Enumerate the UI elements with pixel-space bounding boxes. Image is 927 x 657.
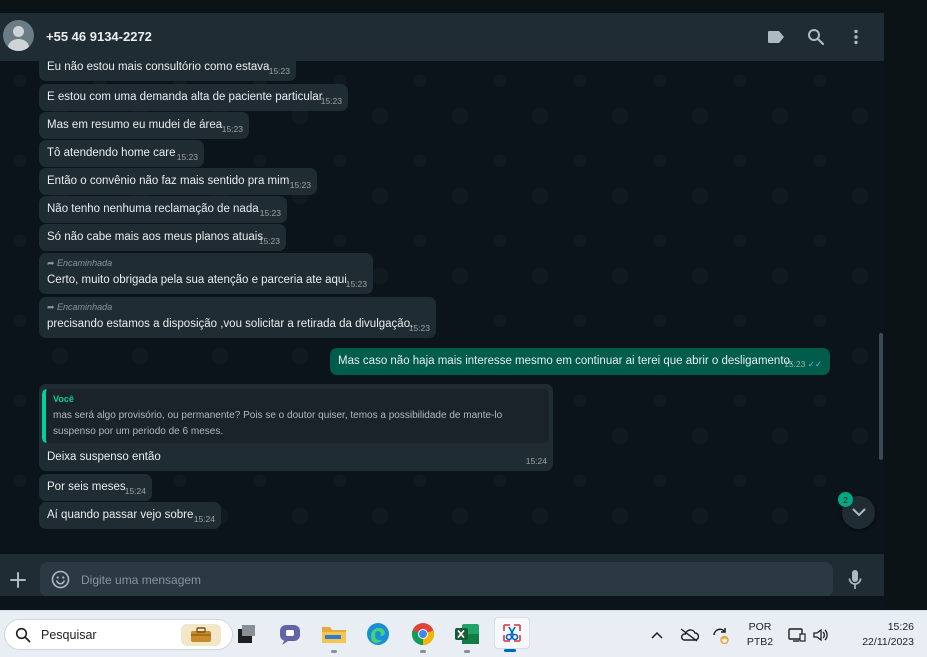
teams-chat-button[interactable]	[275, 619, 305, 649]
message-time: 15:23	[176, 152, 198, 162]
desktop-right-strip	[884, 13, 927, 610]
outgoing-message-bubble[interactable]: Mas caso não haja mais interesse mesmo e…	[330, 348, 830, 375]
mic-icon[interactable]	[846, 568, 864, 592]
message-bubble[interactable]: Eu não estou mais consultório como estav…	[39, 61, 296, 81]
message-time: 15:24	[525, 456, 547, 466]
chrome-icon	[411, 623, 435, 646]
taskbar-search-box[interactable]: Pesquisar	[4, 619, 233, 650]
chat-header: +55 46 9134-2272	[0, 13, 884, 61]
emoji-icon[interactable]	[51, 570, 70, 589]
message-text: Só não cabe mais aos meus planos atuais	[47, 231, 264, 243]
taskbar-clock[interactable]: 15:26 22/11/2023	[840, 620, 914, 650]
language-indicator[interactable]: POR PTB2	[744, 620, 776, 650]
sync-icon[interactable]	[710, 611, 732, 657]
message-input-box[interactable]	[40, 562, 833, 596]
message-time: 15:23	[259, 208, 281, 218]
app-running-indicator	[331, 650, 337, 653]
task-view-icon	[238, 625, 255, 643]
taskbar-search-label: Pesquisar	[41, 628, 97, 642]
contact-name[interactable]: +55 46 9134-2272	[46, 29, 152, 44]
message-input[interactable]	[81, 562, 821, 596]
quote-text: mas será algo provisório, ou permanente?…	[53, 410, 503, 437]
scrollbar-thumb[interactable]	[879, 333, 883, 460]
teams-chat-icon	[280, 625, 300, 645]
chevron-up-icon[interactable]	[650, 611, 664, 657]
task-view-button[interactable]	[230, 619, 260, 649]
edge-button[interactable]	[363, 619, 393, 649]
search-icon	[15, 627, 31, 643]
file-explorer-button[interactable]	[319, 619, 349, 653]
excel-button[interactable]	[452, 619, 482, 653]
quote-author: Você	[53, 394, 74, 404]
message-bubble[interactable]: Aí quando passar vejo sobre 15:24	[39, 502, 221, 529]
message-time: 15:23	[289, 180, 311, 190]
excel-icon	[455, 624, 479, 644]
menu-icon[interactable]	[846, 27, 866, 47]
message-bubble[interactable]: E estou com uma demanda alta de paciente…	[39, 84, 348, 111]
forwarded-label: Encaminhada	[47, 258, 112, 269]
message-time: 15:23	[408, 323, 430, 333]
snipping-tool-icon	[503, 624, 521, 642]
attach-icon[interactable]	[8, 570, 28, 590]
message-text: Aí quando passar vejo sobre	[47, 509, 194, 521]
message-time: 15:24	[124, 486, 146, 496]
folder-briefcase-icon	[181, 624, 221, 646]
chat-window: +55 46 9134-2272 Eu não estou mais consu…	[0, 13, 884, 596]
message-text: Não tenho nenhuma reclamação de nada	[47, 203, 259, 215]
message-time: 15:23 ✓✓	[784, 359, 822, 369]
unread-badge: 2	[838, 492, 853, 507]
message-text: Mas em resumo eu mudei de área	[47, 119, 223, 131]
network-off-icon[interactable]	[678, 611, 700, 657]
message-bubble[interactable]: Só não cabe mais aos meus planos atuais …	[39, 224, 286, 251]
snipping-tool-button[interactable]	[494, 617, 530, 652]
message-bubble[interactable]: Não tenho nenhuma reclamação de nada 15:…	[39, 196, 287, 223]
message-text: Deixa suspenso então	[47, 451, 161, 463]
forwarded-label: Encaminhada	[47, 302, 112, 313]
volume-icon[interactable]	[811, 611, 831, 657]
edge-icon	[367, 623, 389, 645]
message-time: 15:23	[320, 96, 342, 106]
message-bubble[interactable]: Então o convênio não faz mais sentido pr…	[39, 168, 317, 195]
message-text: Por seis meses	[47, 481, 126, 493]
app-running-indicator	[420, 650, 426, 653]
forwarded-message-bubble[interactable]: Encaminhada precisando estamos a disposi…	[39, 297, 436, 338]
avatar[interactable]	[3, 20, 34, 51]
search-icon[interactable]	[806, 27, 826, 47]
message-text: precisando estamos a disposição ,vou sol…	[47, 318, 414, 330]
message-text: Tô atendendo home care	[47, 147, 176, 159]
read-receipt-icon: ✓✓	[807, 359, 822, 369]
message-text: Certo, muito obrigada pela sua atenção e…	[47, 274, 347, 286]
windows-taskbar: Pesquisar POR PTB2 15:26 22/11/2023	[0, 610, 927, 657]
message-time: 15:23	[345, 279, 367, 289]
desktop-top-strip	[0, 0, 927, 13]
label-icon[interactable]	[766, 27, 786, 47]
chrome-button[interactable]	[408, 619, 438, 653]
message-time: 15:24	[193, 514, 215, 524]
message-text: Eu não estou mais consultório como estav…	[47, 61, 270, 73]
forwarded-message-bubble[interactable]: Encaminhada Certo, muito obrigada pela s…	[39, 253, 373, 294]
display-icon[interactable]	[787, 611, 807, 657]
composer	[0, 554, 884, 596]
message-bubble[interactable]: Tô atendendo home care 15:23	[39, 140, 204, 167]
message-time: 15:23	[268, 66, 290, 76]
reply-message-bubble[interactable]: Você mas será algo provisório, ou perman…	[39, 384, 553, 471]
message-time: 15:23	[258, 236, 280, 246]
message-text: E estou com uma demanda alta de paciente…	[47, 91, 323, 103]
quoted-message[interactable]: Você mas será algo provisório, ou perman…	[42, 389, 549, 443]
message-bubble[interactable]: Por seis meses 15:24	[39, 474, 152, 501]
app-running-indicator	[464, 650, 470, 653]
file-explorer-icon	[322, 627, 346, 643]
chevron-down-icon	[852, 508, 865, 517]
app-active-indicator	[504, 649, 516, 652]
message-text: Então o convênio não faz mais sentido pr…	[47, 175, 290, 187]
message-bubble[interactable]: Mas em resumo eu mudei de área 15:23	[39, 112, 249, 139]
message-text: Mas caso não haja mais interesse mesmo e…	[338, 355, 794, 367]
message-list[interactable]: Eu não estou mais consultório como estav…	[0, 61, 884, 538]
message-time: 15:23	[221, 124, 243, 134]
